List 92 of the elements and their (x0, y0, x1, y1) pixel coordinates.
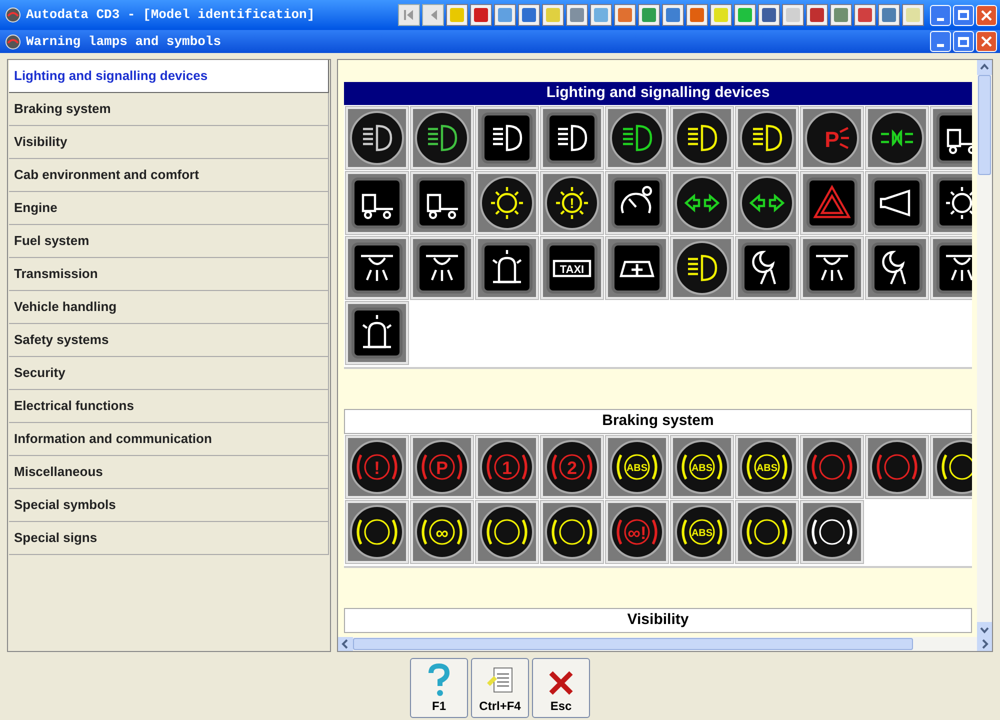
horn-icon[interactable] (866, 172, 928, 234)
sun-lamp-icon[interactable] (476, 172, 538, 234)
headlamp-icon[interactable] (411, 107, 473, 169)
gauge-icon[interactable] (606, 172, 668, 234)
headlamp-icon[interactable] (671, 107, 733, 169)
maximize-icon (958, 10, 969, 20)
close-button[interactable] (976, 4, 997, 26)
scroll-right-icon[interactable] (977, 637, 992, 651)
app-icon (5, 7, 21, 23)
side-light-icon[interactable] (866, 107, 928, 169)
category-item[interactable]: Vehicle handling (9, 291, 329, 324)
maximize-button[interactable] (953, 31, 974, 52)
horizontal-scrollbar[interactable] (338, 637, 992, 651)
category-item[interactable]: Safety systems (9, 324, 329, 357)
category-item[interactable]: Transmission (9, 258, 329, 291)
brake-lamp-icon[interactable]: 2 (541, 436, 603, 498)
minimize-icon (937, 44, 944, 47)
close-button[interactable] (976, 31, 997, 52)
scroll-down-icon[interactable] (977, 622, 992, 637)
close-icon (981, 10, 992, 20)
headlamp-icon[interactable] (736, 107, 798, 169)
brake-lamp-icon[interactable] (801, 436, 863, 498)
category-item[interactable]: Lighting and signalling devices (9, 60, 329, 93)
category-item[interactable]: Braking system (9, 93, 329, 126)
app-icon (5, 34, 21, 50)
maximize-icon (958, 36, 969, 46)
beacon-icon[interactable] (346, 302, 408, 364)
brake-lamp-icon[interactable]: 1 (476, 436, 538, 498)
headlamp-icon[interactable] (671, 237, 733, 299)
scroll-thumb[interactable] (353, 638, 913, 650)
brake-lamp-icon[interactable] (541, 501, 603, 563)
brake-lamp-icon[interactable] (476, 501, 538, 563)
category-item[interactable]: Electrical functions (9, 390, 329, 423)
function-key-button[interactable]: F1 (410, 658, 468, 718)
lettered-lamp-icon[interactable]: + (606, 237, 668, 299)
function-key-button[interactable]: Ctrl+F4 (471, 658, 529, 718)
headlamp-icon[interactable] (346, 107, 408, 169)
category-item[interactable]: Information and communication (9, 423, 329, 456)
brake-lamp-icon[interactable] (736, 501, 798, 563)
headlamp-icon[interactable] (476, 107, 538, 169)
function-key-button[interactable]: Esc (532, 658, 590, 718)
window-title: Warning lamps and symbols (26, 32, 222, 51)
category-item[interactable]: Security (9, 357, 329, 390)
brake-lamp-icon[interactable]: ∞! (606, 501, 668, 563)
minimize-icon (937, 18, 944, 20)
brake-lamp-icon[interactable] (801, 501, 863, 563)
brake-lamp-icon[interactable]: ∞ (411, 501, 473, 563)
scroll-up-icon[interactable] (977, 60, 992, 75)
category-item[interactable]: Fuel system (9, 225, 329, 258)
minimize-button[interactable] (930, 4, 951, 26)
brake-lamp-icon[interactable]: ABS (671, 436, 733, 498)
brake-lamp-icon[interactable] (346, 501, 408, 563)
category-item[interactable]: Visibility (9, 126, 329, 159)
scroll-left-icon[interactable] (338, 637, 353, 651)
lettered-lamp-icon[interactable]: P (801, 107, 863, 169)
section-header: Lighting and signalling devices (344, 82, 972, 105)
headlamp-icon[interactable] (541, 107, 603, 169)
lamp-icon[interactable] (346, 237, 408, 299)
category-item[interactable]: Engine (9, 192, 329, 225)
lamp-icon[interactable] (801, 237, 863, 299)
brake-lamp-icon[interactable]: P (411, 436, 473, 498)
brake-lamp-icon[interactable]: ABS (671, 501, 733, 563)
category-item[interactable]: Special symbols (9, 489, 329, 522)
category-item[interactable]: Cab environment and comfort (9, 159, 329, 192)
beacon-icon[interactable] (476, 237, 538, 299)
moon-lamp-icon[interactable] (736, 237, 798, 299)
category-item[interactable]: Special signs (9, 522, 329, 555)
headlamp-icon[interactable] (606, 107, 668, 169)
section-header: Braking system (344, 409, 972, 434)
category-item[interactable]: Miscellaneous (9, 456, 329, 489)
arrows-icon[interactable] (671, 172, 733, 234)
vertical-scrollbar[interactable] (977, 60, 992, 637)
maximize-button[interactable] (953, 4, 974, 26)
truck-icon[interactable] (346, 172, 408, 234)
brake-lamp-icon[interactable]: ABS (606, 436, 668, 498)
brake-lamp-icon[interactable]: ABS (736, 436, 798, 498)
question-mark-icon (426, 663, 452, 697)
minimize-button[interactable] (930, 31, 951, 52)
sun-lamp-icon[interactable]: ! (541, 172, 603, 234)
close-icon (981, 36, 992, 47)
brake-lamp-icon[interactable] (866, 436, 928, 498)
lettered-lamp-icon[interactable]: TAXI (541, 237, 603, 299)
section-header: Visibility (344, 608, 972, 633)
close-icon (547, 669, 575, 697)
window-title: Autodata CD3 - [Model identification] (26, 6, 315, 24)
skip-back-icon (403, 9, 415, 21)
moon-lamp-icon[interactable] (866, 237, 928, 299)
arrows-icon[interactable] (736, 172, 798, 234)
truck-icon[interactable] (411, 172, 473, 234)
lamp-icon[interactable] (411, 237, 473, 299)
brake-lamp-icon[interactable]: ! (346, 436, 408, 498)
scroll-thumb[interactable] (978, 75, 991, 175)
